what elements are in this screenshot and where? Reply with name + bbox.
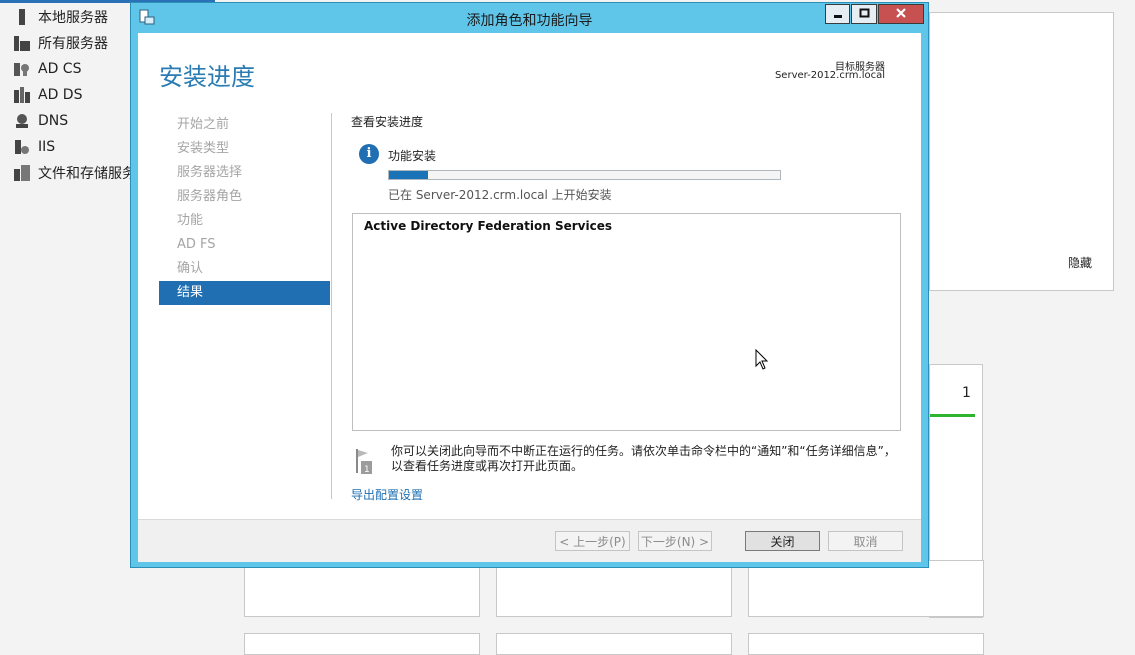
background-tile bbox=[244, 633, 480, 655]
svg-text:1: 1 bbox=[364, 465, 370, 475]
sidebar-item-dns[interactable]: DNS bbox=[14, 110, 144, 132]
close-window-button[interactable] bbox=[878, 4, 924, 24]
results-list-box[interactable]: Active Directory Federation Services bbox=[352, 213, 901, 431]
iis-icon bbox=[14, 139, 30, 155]
server-manager-sidebar: 本地服务器 所有服务器 AD CS AD DS DNS IIS 文件和存储服务 bbox=[0, 0, 215, 646]
background-tile bbox=[748, 633, 984, 655]
result-item: Active Directory Federation Services bbox=[364, 219, 612, 233]
sidebar-item-label: AD DS bbox=[38, 87, 83, 103]
nav-step-ad-fs[interactable]: AD FS bbox=[159, 233, 330, 257]
sidebar-item-label: IIS bbox=[38, 139, 56, 155]
status-bar-green bbox=[930, 414, 975, 417]
close-wizard-note: 你可以关闭此向导而不中断正在运行的任务。请依次单击命令栏中的“通知”和“任务详细… bbox=[391, 444, 896, 473]
page-title: 安装进度 bbox=[159, 63, 255, 91]
sidebar-item-file-storage[interactable]: 文件和存储服务 bbox=[14, 162, 144, 184]
next-button[interactable]: 下一步(N) > bbox=[638, 531, 712, 551]
sidebar-item-ad-cs[interactable]: AD CS bbox=[14, 58, 144, 80]
sidebar-item-ad-ds[interactable]: AD DS bbox=[14, 84, 144, 106]
nav-step-server-selection[interactable]: 服务器选择 bbox=[159, 161, 330, 185]
nav-divider bbox=[331, 113, 332, 499]
tile-count: 1 bbox=[962, 385, 971, 401]
background-tile bbox=[496, 560, 732, 617]
background-tile-upper bbox=[929, 12, 1114, 291]
info-icon: i bbox=[359, 144, 379, 164]
storage-icon bbox=[14, 165, 30, 181]
maximize-button[interactable] bbox=[851, 4, 877, 24]
minimize-button[interactable] bbox=[825, 4, 850, 24]
directory-icon bbox=[14, 87, 30, 103]
background-tile bbox=[748, 560, 984, 617]
background-tile bbox=[244, 560, 480, 617]
target-server-value: Server-2012.crm.local bbox=[774, 70, 885, 81]
nav-step-installation-type[interactable]: 安装类型 bbox=[159, 137, 330, 161]
wizard-client-area: 安装进度 目标服务器 Server-2012.crm.local 开始之前 安装… bbox=[138, 33, 921, 562]
sidebar-item-local-server[interactable]: 本地服务器 bbox=[14, 6, 144, 28]
add-roles-wizard-window: 添加角色和功能向导 安装进度 目标服务器 Server-2012.crm.loc… bbox=[130, 2, 929, 568]
export-config-link[interactable]: 导出配置设置 bbox=[351, 486, 423, 503]
progress-bar-fill bbox=[389, 171, 429, 179]
server-icon bbox=[14, 9, 30, 25]
progress-status-text: 已在 Server-2012.crm.local 上开始安装 bbox=[388, 188, 612, 202]
nav-step-server-roles[interactable]: 服务器角色 bbox=[159, 185, 330, 209]
nav-step-features[interactable]: 功能 bbox=[159, 209, 330, 233]
close-icon bbox=[896, 7, 906, 22]
section-label: 查看安装进度 bbox=[351, 115, 424, 129]
servers-icon bbox=[14, 35, 30, 51]
sidebar-item-label: AD CS bbox=[38, 61, 82, 77]
maximize-icon bbox=[859, 7, 870, 22]
sidebar-item-iis[interactable]: IIS bbox=[14, 136, 144, 158]
certificate-icon bbox=[14, 61, 30, 77]
cancel-button[interactable]: 取消 bbox=[828, 531, 903, 551]
background-tile bbox=[496, 633, 732, 655]
previous-button[interactable]: < 上一步(P) bbox=[555, 531, 630, 551]
window-title: 添加角色和功能向导 bbox=[466, 13, 593, 29]
sidebar-item-all-servers[interactable]: 所有服务器 bbox=[14, 32, 144, 54]
mouse-cursor-icon bbox=[755, 348, 769, 375]
sidebar-item-label: 文件和存储服务 bbox=[38, 166, 136, 182]
nav-step-before-you-begin[interactable]: 开始之前 bbox=[159, 113, 330, 137]
minimize-icon bbox=[833, 7, 843, 22]
progress-title: 功能安装 bbox=[388, 149, 437, 163]
wizard-footer: < 上一步(P) 下一步(N) > 关闭 取消 bbox=[138, 519, 921, 562]
sidebar-item-label: DNS bbox=[38, 113, 69, 129]
sidebar-item-label: 本地服务器 bbox=[38, 10, 108, 26]
sidebar-item-label: 所有服务器 bbox=[38, 36, 108, 52]
dns-icon bbox=[14, 113, 30, 129]
title-bar[interactable]: 添加角色和功能向导 bbox=[131, 3, 928, 33]
flag-notification-icon: 1 bbox=[354, 447, 372, 479]
nav-step-confirmation[interactable]: 确认 bbox=[159, 257, 330, 281]
close-button[interactable]: 关闭 bbox=[745, 531, 820, 551]
hide-link[interactable]: 隐藏 bbox=[1068, 254, 1092, 271]
nav-step-results[interactable]: 结果 bbox=[159, 281, 330, 305]
install-progress-bar bbox=[388, 170, 781, 180]
